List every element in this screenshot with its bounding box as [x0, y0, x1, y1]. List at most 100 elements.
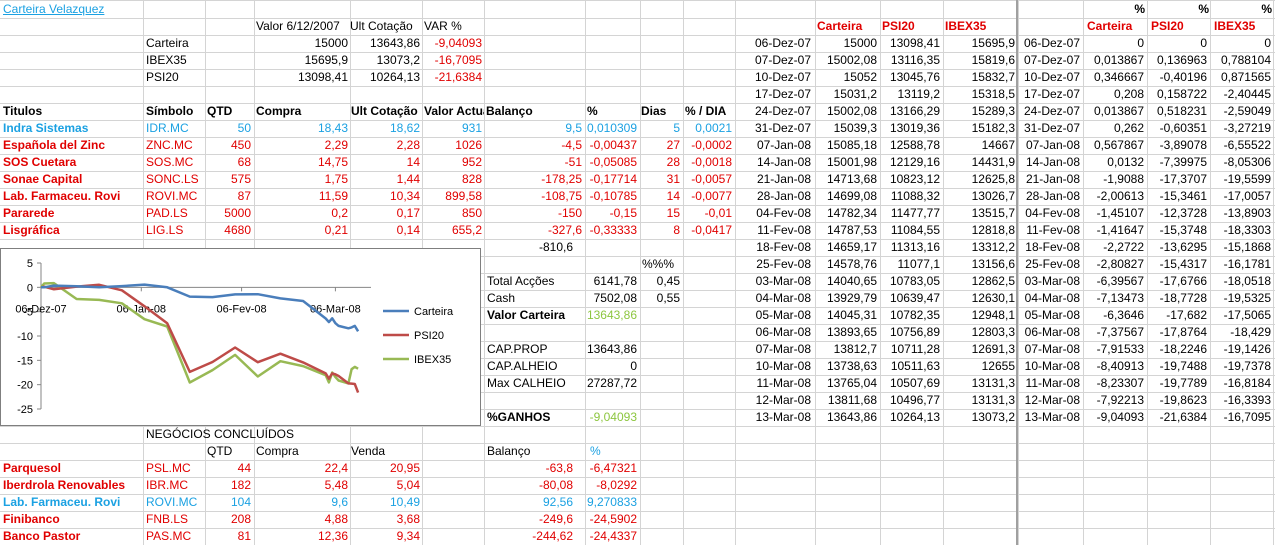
pct-ibex35[interactable]: -3,27219 — [1210, 120, 1271, 137]
pct-date[interactable]: 10-Mar-08 — [1018, 358, 1080, 375]
position-symbol[interactable]: ROVI.MC — [146, 188, 204, 205]
position-pct[interactable]: -0,10785 — [585, 188, 637, 205]
position-pdia[interactable]: 0,0021 — [683, 120, 732, 137]
pct-date[interactable]: 25-Fev-08 — [1018, 256, 1080, 273]
total-accoes-pct[interactable]: 0,45 — [640, 273, 680, 290]
position-qtd[interactable]: 68 — [205, 154, 251, 171]
history-psi20[interactable]: 11077,1 — [880, 256, 941, 273]
closed-pct[interactable]: -24,5902 — [585, 511, 637, 528]
history-carteira[interactable]: 13738,63 — [815, 358, 877, 375]
history-date[interactable]: 21-Jan-08 — [737, 171, 811, 188]
positions-header[interactable]: Compra — [256, 103, 348, 120]
history-ibex35[interactable]: 12691,3 — [943, 341, 1015, 358]
pct-psi20[interactable]: 0,158722 — [1147, 86, 1207, 103]
total-balanco[interactable]: -810,6 — [484, 239, 573, 256]
positions-header[interactable]: Dias — [641, 103, 681, 120]
history-carteira[interactable]: 13811,68 — [815, 392, 877, 409]
closed-compra[interactable]: 4,88 — [254, 511, 348, 528]
positions-header[interactable]: QTD — [207, 103, 253, 120]
closed-header-compra[interactable]: Compra — [256, 443, 336, 460]
positions-header[interactable]: Valor Actual — [424, 103, 484, 120]
position-balanco[interactable]: -150 — [484, 205, 582, 222]
closed-name[interactable]: Finibanco — [3, 511, 143, 528]
history-psi20[interactable]: 10496,77 — [880, 392, 940, 409]
closed-name[interactable]: Parquesol — [3, 460, 143, 477]
history-ibex35[interactable]: 13131,3 — [943, 375, 1015, 392]
history-ibex35[interactable]: 13073,2 — [943, 409, 1015, 426]
history-carteira[interactable]: 13643,86 — [815, 409, 877, 426]
pct-ibex35[interactable]: -19,5599 — [1210, 171, 1271, 188]
history-ibex35[interactable]: 12948,1 — [943, 307, 1015, 324]
pct-date[interactable]: 05-Mar-08 — [1018, 307, 1080, 324]
position-pct[interactable]: -0,15 — [585, 205, 637, 222]
cap-alheio-value[interactable]: 0 — [560, 358, 637, 375]
pct-ibex35[interactable]: -18,429 — [1210, 324, 1271, 341]
pct-ibex35[interactable]: -8,05306 — [1210, 154, 1271, 171]
history-psi20[interactable]: 11084,55 — [880, 222, 940, 239]
pct-date[interactable]: 17-Dez-07 — [1018, 86, 1080, 103]
pct-date[interactable]: 10-Dez-07 — [1018, 69, 1080, 86]
history-ibex35[interactable]: 13026,7 — [943, 188, 1015, 205]
closed-header-qtd[interactable]: QTD — [207, 443, 247, 460]
title-link[interactable]: Carteira Velazquez — [3, 1, 143, 18]
closed-header-venda[interactable]: Venda — [351, 443, 421, 460]
history-header-psi20[interactable]: PSI20 — [882, 18, 942, 35]
summary-var[interactable]: -9,04093 — [422, 35, 482, 52]
pct-ibex35[interactable]: -17,0057 — [1210, 188, 1271, 205]
history-psi20[interactable]: 10639,47 — [880, 290, 940, 307]
summary-name[interactable]: PSI20 — [146, 69, 204, 86]
position-pdia[interactable]: -0,0417 — [683, 222, 732, 239]
closed-qtd[interactable]: 182 — [205, 477, 251, 494]
history-ibex35[interactable]: 13515,7 — [943, 205, 1015, 222]
pct-psi20[interactable]: -3,89078 — [1147, 137, 1207, 154]
position-title[interactable]: Sonae Capital — [3, 171, 143, 188]
pct-psi20[interactable]: -19,8623 — [1147, 392, 1207, 409]
history-carteira[interactable]: 14787,53 — [815, 222, 877, 239]
pct-date[interactable]: 13-Mar-08 — [1018, 409, 1080, 426]
position-pct[interactable]: 0,010309 — [585, 120, 637, 137]
history-date[interactable]: 28-Jan-08 — [737, 188, 811, 205]
cap-prop-label[interactable]: CAP.PROP — [487, 341, 567, 358]
history-psi20[interactable]: 10264,13 — [880, 409, 940, 426]
pct-carteira[interactable]: -2,00613 — [1083, 188, 1144, 205]
closed-venda[interactable]: 3,68 — [350, 511, 420, 528]
pct-ibex35[interactable]: -13,8903 — [1210, 205, 1271, 222]
history-date[interactable]: 11-Mar-08 — [737, 375, 811, 392]
pct-date[interactable]: 04-Mar-08 — [1018, 290, 1080, 307]
closed-compra[interactable]: 22,4 — [254, 460, 348, 477]
pct-top[interactable]: % — [1085, 1, 1145, 18]
position-valor[interactable]: 655,2 — [422, 222, 482, 239]
position-qtd[interactable]: 450 — [205, 137, 251, 154]
history-carteira[interactable]: 14578,76 — [815, 256, 877, 273]
history-psi20[interactable]: 10782,35 — [880, 307, 940, 324]
closed-balanco[interactable]: -244,62 — [484, 528, 573, 545]
history-carteira[interactable]: 15031,2 — [815, 86, 877, 103]
position-pdia[interactable]: -0,0077 — [683, 188, 732, 205]
history-date[interactable]: 06-Dez-07 — [737, 35, 811, 52]
history-date[interactable]: 17-Dez-07 — [737, 86, 811, 103]
position-ult[interactable]: 0,14 — [350, 222, 420, 239]
position-dias[interactable]: 14 — [640, 188, 680, 205]
pct-psi20[interactable]: -7,39975 — [1147, 154, 1207, 171]
performance-chart[interactable]: 5 0 -5 -10 -15 -20 -25 06-Dez-07 06-Jan-08 06-Fev… — [0, 248, 481, 426]
position-pct[interactable]: -0,00437 — [585, 137, 637, 154]
position-qtd[interactable]: 5000 — [205, 205, 251, 222]
history-psi20[interactable]: 10823,12 — [880, 171, 940, 188]
closed-venda[interactable]: 5,04 — [350, 477, 420, 494]
summary-header-valor[interactable]: Valor 6/12/2007 — [256, 18, 356, 35]
summary-ult[interactable]: 13643,86 — [350, 35, 420, 52]
pct-carteira[interactable]: -8,23307 — [1083, 375, 1144, 392]
pct-psi20[interactable]: -19,7789 — [1147, 375, 1207, 392]
position-dias[interactable]: 8 — [640, 222, 680, 239]
pct-date[interactable]: 14-Jan-08 — [1018, 154, 1080, 171]
pct-carteira[interactable]: 0,208 — [1083, 86, 1144, 103]
pct-ibex35[interactable]: -19,7378 — [1210, 358, 1271, 375]
history-carteira[interactable]: 14045,31 — [815, 307, 877, 324]
pct-header[interactable]: IBEX35 — [1214, 18, 1274, 35]
closed-balanco[interactable]: 92,56 — [484, 494, 573, 511]
pct-carteira[interactable]: 0,567867 — [1083, 137, 1144, 154]
history-carteira[interactable]: 15002,08 — [815, 52, 877, 69]
pct-psi20[interactable]: 0,136963 — [1147, 52, 1207, 69]
pct-psi20[interactable]: -12,3728 — [1147, 205, 1207, 222]
position-qtd[interactable]: 50 — [205, 120, 251, 137]
